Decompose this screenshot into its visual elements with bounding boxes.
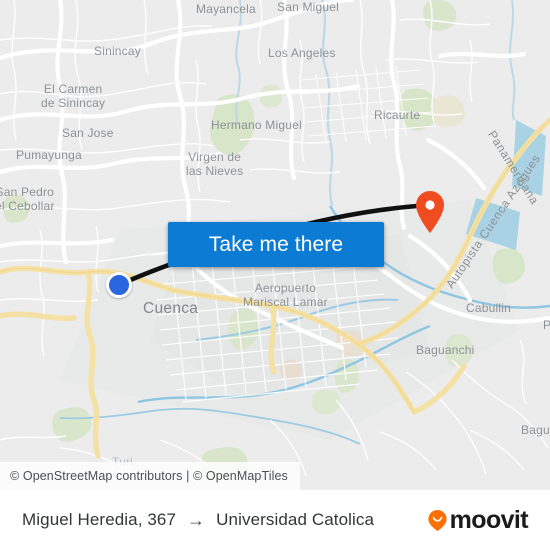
map-attribution-text: © OpenStreetMap contributors | © OpenMap… bbox=[10, 469, 288, 483]
trip-origin-label: Miguel Heredia, 367 bbox=[22, 510, 177, 529]
arrow-right-icon: → bbox=[187, 510, 206, 530]
moovit-pin-icon bbox=[427, 509, 448, 532]
moovit-brand[interactable]: moovit bbox=[427, 505, 529, 534]
origin-marker[interactable] bbox=[106, 272, 132, 298]
route-preview-card: Mayancela San Miguel Sinincay Los Angeles El… bbox=[0, 0, 550, 550]
take-me-there-button[interactable]: Take me there bbox=[168, 222, 384, 267]
trip-summary: Miguel Heredia, 367 → Universidad Catoli… bbox=[22, 510, 374, 530]
map-canvas[interactable]: Mayancela San Miguel Sinincay Los Angeles El… bbox=[0, 0, 550, 490]
moovit-wordmark: moovit bbox=[449, 505, 529, 534]
take-me-there-label: Take me there bbox=[208, 232, 344, 256]
trip-destination-label: Universidad Catolica bbox=[216, 510, 375, 529]
destination-marker[interactable] bbox=[414, 190, 446, 234]
footer-bar: Miguel Heredia, 367 → Universidad Catoli… bbox=[0, 490, 550, 550]
map-attribution[interactable]: © OpenStreetMap contributors | © OpenMap… bbox=[0, 462, 300, 490]
